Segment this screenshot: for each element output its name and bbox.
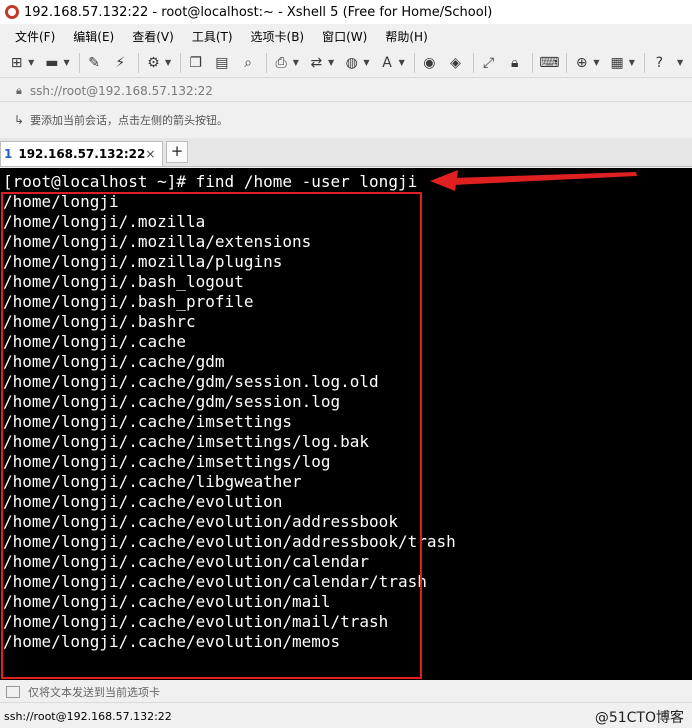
tab-session[interactable]: 1 192.168.57.132:22 × bbox=[0, 141, 163, 166]
add-session-arrow-icon[interactable]: ↳ bbox=[14, 113, 24, 127]
menu-edit[interactable]: 编辑(E) bbox=[64, 28, 123, 45]
font-icon[interactable]: A bbox=[378, 54, 395, 72]
compose-icon bbox=[6, 685, 20, 698]
chevron-down-icon[interactable]: ▼ bbox=[328, 58, 334, 67]
toolbar-separator bbox=[473, 52, 474, 73]
toolbar-separator bbox=[566, 52, 568, 73]
chevron-down-icon[interactable]: ▼ bbox=[363, 58, 369, 67]
chevron-down-icon[interactable]: ▼ bbox=[165, 58, 171, 67]
chevron-down-icon[interactable]: ▼ bbox=[399, 58, 405, 67]
find-icon[interactable]: ⌕ bbox=[239, 54, 256, 72]
address-bar[interactable]: 🔒︎ ssh://root@192.168.57.132:22 bbox=[0, 80, 692, 102]
toolbar-separator bbox=[180, 52, 182, 73]
menu-view[interactable]: 查看(V) bbox=[123, 28, 183, 45]
title-bar: 192.168.57.132:22 - root@localhost:~ - X… bbox=[0, 0, 692, 24]
toolbar: ⊞ ▼ ▬ ▼ ✎ ⚡ ⚙ ▼ ❐ ▤ ⌕ ⎙ ▼ ⇄ ▼ ◍ ▼ A ▼ ◉ ◈ ⤢ 🔒︎ … bbox=[0, 48, 692, 78]
properties-icon[interactable]: ⚙ bbox=[145, 54, 162, 72]
status-connection: ssh://root@192.168.57.132:22 bbox=[4, 710, 172, 723]
open-folder-icon[interactable]: ▬ bbox=[43, 54, 60, 72]
chevron-down-icon[interactable]: ▼ bbox=[677, 58, 683, 67]
tab-number: 1 bbox=[4, 147, 13, 161]
print-icon[interactable]: ⎙ bbox=[273, 54, 290, 72]
hint-text: 要添加当前会话，点击左侧的箭头按钮。 bbox=[30, 114, 229, 127]
menu-tabs[interactable]: 选项卡(B) bbox=[242, 28, 314, 45]
chevron-down-icon[interactable]: ▼ bbox=[293, 58, 299, 67]
xshell-app-icon bbox=[5, 5, 19, 19]
transfer-icon[interactable]: ⇄ bbox=[308, 54, 325, 72]
session-hint-bar: ↳ 要添加当前会话，点击左侧的箭头按钮。 bbox=[0, 108, 692, 132]
help-icon[interactable]: ? bbox=[651, 54, 668, 72]
terminal-command-line: [root@localhost ~]# find /home -user lon… bbox=[3, 172, 418, 191]
address-value: ssh://root@192.168.57.132:22 bbox=[29, 83, 213, 98]
chevron-down-icon[interactable]: ▼ bbox=[629, 58, 635, 67]
status-bar: ssh://root@192.168.57.132:22 @51CTO博客 bbox=[0, 705, 692, 728]
toolbar-separator bbox=[265, 52, 267, 73]
paste-icon[interactable]: ▤ bbox=[213, 54, 230, 72]
menu-file[interactable]: 文件(F) bbox=[6, 28, 64, 45]
toolbar-separator bbox=[532, 52, 534, 73]
menu-window[interactable]: 窗口(W) bbox=[313, 28, 376, 45]
close-icon[interactable]: × bbox=[145, 147, 155, 161]
lock-icon: 🔒︎ bbox=[16, 83, 22, 97]
globe-icon[interactable]: ◍ bbox=[343, 54, 360, 72]
lock-icon[interactable]: 🔒︎ bbox=[506, 54, 523, 72]
menu-bar: 文件(F) 编辑(E) 查看(V) 工具(T) 选项卡(B) 窗口(W) 帮助(… bbox=[0, 26, 692, 46]
fullscreen-icon[interactable]: ⤢ bbox=[480, 54, 497, 72]
tab-bar: 1 192.168.57.132:22 × + bbox=[0, 138, 692, 167]
add-tab-button[interactable]: + bbox=[166, 141, 188, 163]
menu-help[interactable]: 帮助(H) bbox=[376, 28, 436, 45]
output-highlight-box bbox=[1, 192, 422, 679]
keyboard-icon[interactable]: ⌨ bbox=[539, 54, 559, 72]
toolbar-separator bbox=[137, 52, 139, 73]
toolbar-separator bbox=[413, 52, 415, 73]
new-session-icon[interactable]: ⊞ bbox=[8, 54, 25, 72]
menu-tools[interactable]: 工具(T) bbox=[183, 28, 242, 45]
compose-text: 仅将文本发送到当前选项卡 bbox=[28, 685, 160, 699]
chevron-down-icon[interactable]: ▼ bbox=[28, 58, 34, 67]
compose-bar[interactable]: 仅将文本发送到当前选项卡 bbox=[0, 681, 692, 703]
new-tab-icon[interactable]: ⊕ bbox=[573, 54, 590, 72]
tab-label: 192.168.57.132:22 bbox=[18, 147, 146, 161]
disconnect-icon[interactable]: ⚡ bbox=[112, 54, 129, 72]
chevron-down-icon[interactable]: ▼ bbox=[63, 58, 69, 67]
toolbar-separator bbox=[643, 52, 645, 73]
script-icon[interactable]: ◈ bbox=[447, 54, 464, 72]
watermark: @51CTO博客 bbox=[594, 709, 684, 726]
connect-icon[interactable]: ✎ bbox=[86, 54, 103, 72]
xftp-icon[interactable]: ◉ bbox=[421, 54, 438, 72]
copy-icon[interactable]: ❐ bbox=[187, 54, 204, 72]
chevron-down-icon[interactable]: ▼ bbox=[593, 58, 599, 67]
layout-icon[interactable]: ▦ bbox=[609, 54, 626, 72]
window-title: 192.168.57.132:22 - root@localhost:~ - X… bbox=[24, 4, 493, 20]
toolbar-separator bbox=[78, 52, 80, 73]
